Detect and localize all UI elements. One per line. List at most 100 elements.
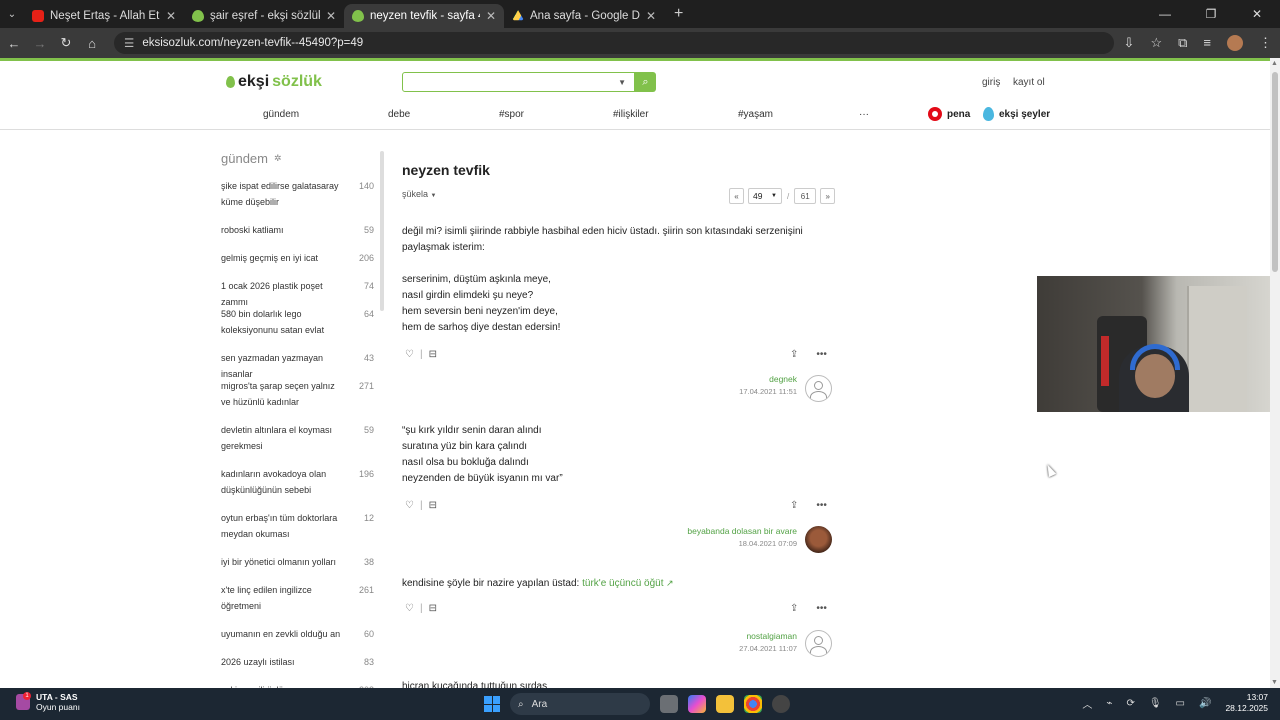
close-tab-icon[interactable]: ✕: [486, 9, 496, 23]
page-select[interactable]: 49 ▼: [748, 188, 782, 204]
search-button[interactable]: ⌕: [635, 72, 656, 92]
sort-dropdown[interactable]: şükela ▼: [402, 189, 436, 199]
nav-more[interactable]: ···: [859, 109, 869, 120]
microphone-icon[interactable]: 🎙: [1149, 698, 1162, 709]
close-tab-icon[interactable]: ✕: [326, 9, 336, 23]
display-icon[interactable]: ▭: [1176, 698, 1185, 709]
entry-link[interactable]: türk'e üçüncü öğüt: [582, 578, 663, 589]
sidebar-topic[interactable]: roboski katliamı 59: [221, 223, 376, 239]
share-icon[interactable]: ⇪: [790, 603, 798, 614]
page-scrollbar[interactable]: ▲ ▼: [1270, 58, 1280, 688]
minimize-icon[interactable]: —: [1142, 0, 1188, 28]
tab-sair-esref[interactable]: şair eşref - ekşi sözlük ✕: [184, 4, 344, 28]
menu-icon[interactable]: ⋮: [1259, 35, 1272, 51]
windows-start-icon[interactable]: [484, 696, 500, 712]
author-link[interactable]: degnek: [739, 374, 797, 384]
nav-debe[interactable]: debe: [388, 109, 410, 120]
heart-icon[interactable]: ♡: [405, 603, 414, 614]
author-link[interactable]: beyabanda dolasan bir avare: [687, 526, 797, 536]
taskbar-search[interactable]: ⌕ Ara: [510, 693, 650, 715]
task-view-icon[interactable]: [660, 695, 678, 713]
more-icon[interactable]: •••: [816, 603, 827, 614]
pena-link[interactable]: pena: [928, 107, 970, 121]
page-title[interactable]: neyzen tevfik: [402, 162, 490, 178]
next-page-button[interactable]: »: [820, 188, 836, 204]
share-icon[interactable]: ⇪: [790, 500, 798, 511]
share-icon[interactable]: ⇪: [790, 349, 798, 360]
more-icon[interactable]: •••: [816, 349, 827, 360]
search-dropdown-icon[interactable]: ▼: [618, 78, 626, 87]
score-widget[interactable]: 1 UTA - SAS Oyun puanı: [16, 692, 80, 712]
install-app-icon[interactable]: ⇩: [1124, 35, 1135, 51]
reload-icon[interactable]: ↻: [54, 35, 78, 51]
heart-icon[interactable]: ♡: [405, 349, 414, 360]
avatar[interactable]: [805, 526, 832, 553]
site-logo[interactable]: ekşi sözlük: [226, 73, 322, 91]
sidebar-topic[interactable]: oytun erbaş'ın tüm doktorlara meydan oku…: [221, 511, 376, 542]
tab-search-icon[interactable]: ⌄: [0, 0, 24, 28]
tab-youtube[interactable]: Neşet Ertaş - Allah Etmesin - Yo ✕: [24, 4, 184, 28]
network-icon[interactable]: ⌁: [1106, 698, 1112, 709]
author-link[interactable]: nostalgiaman: [739, 631, 797, 641]
nav-iliskiler[interactable]: #ilişkiler: [613, 109, 649, 120]
last-page-button[interactable]: 61: [794, 188, 817, 204]
clock[interactable]: 13:07 28.12.2025: [1225, 692, 1268, 714]
site-info-icon[interactable]: ☰: [124, 36, 134, 50]
nav-gundem[interactable]: gündem: [263, 109, 299, 120]
entry-date[interactable]: 18.04.2021 07:09: [687, 539, 797, 548]
sidebar-scrollbar[interactable]: [380, 151, 384, 311]
sidebar-topic[interactable]: 580 bin dolarlık lego koleksiyonunu sata…: [221, 307, 376, 338]
sidebar-topic[interactable]: kadınların avokadoya olan düşkünlüğünün …: [221, 467, 376, 498]
sidebar-topic[interactable]: uyumanın en zevkli olduğu an 60: [221, 627, 376, 643]
extensions-icon[interactable]: ⧉: [1178, 35, 1187, 51]
new-tab-icon[interactable]: +: [674, 5, 683, 23]
address-bar[interactable]: ☰ eksisozluk.com/neyzen-tevfik--45490?p=…: [114, 32, 1114, 54]
scroll-down-icon[interactable]: ▼: [1271, 679, 1278, 686]
more-icon[interactable]: •••: [816, 500, 827, 511]
bookmark-star-icon[interactable]: ☆: [1150, 35, 1162, 51]
close-window-icon[interactable]: ✕: [1234, 0, 1280, 28]
copilot-icon[interactable]: [688, 695, 706, 713]
eksi-seyler-link[interactable]: ekşi şeyler: [983, 107, 1050, 121]
restore-icon[interactable]: ❐: [1188, 0, 1234, 28]
avatar[interactable]: [805, 630, 832, 657]
dislike-icon[interactable]: ⊟: [429, 500, 437, 511]
entry-date[interactable]: 17.04.2021 11:51: [739, 387, 797, 396]
sidebar-topic[interactable]: migros'ta şarap seçen yalnız ve hüzünlü …: [221, 379, 376, 410]
prev-page-button[interactable]: «: [729, 188, 744, 204]
entry-date[interactable]: 27.04.2021 11:07: [739, 644, 797, 653]
profile-avatar[interactable]: [1227, 35, 1243, 51]
sidebar-topic[interactable]: devletin altınlara el koyması gerekmesi 5…: [221, 423, 376, 454]
chrome-icon[interactable]: [744, 695, 762, 713]
close-tab-icon[interactable]: ✕: [646, 9, 656, 23]
forward-icon[interactable]: →: [28, 36, 52, 51]
search-input[interactable]: ▼: [402, 72, 635, 92]
sync-icon[interactable]: ⟳: [1126, 698, 1134, 709]
sidebar-topic[interactable]: x'te linç edilen ingilizce öğretmeni 261: [221, 583, 376, 614]
volume-icon[interactable]: 🔊: [1199, 698, 1211, 709]
dislike-icon[interactable]: ⊟: [429, 349, 437, 360]
back-icon[interactable]: ←: [2, 36, 26, 51]
sidebar-topic[interactable]: şike ispat edilirse galatasaray küme düş…: [221, 179, 376, 210]
avatar[interactable]: [805, 375, 832, 402]
close-tab-icon[interactable]: ✕: [166, 9, 176, 23]
register-link[interactable]: kayıt ol: [1013, 77, 1045, 88]
tab-neyzen-tevfik[interactable]: neyzen tevfik - sayfa 49 - ekşi s ✕: [344, 4, 504, 28]
chevron-up-icon[interactable]: ︿: [1082, 696, 1092, 711]
sidebar-topic[interactable]: iyi bir yönetici olmanın yolları 38: [221, 555, 376, 571]
dislike-icon[interactable]: ⊟: [429, 603, 437, 614]
scrollbar-thumb[interactable]: [1272, 72, 1278, 272]
media-controls-icon[interactable]: ≡: [1203, 35, 1211, 51]
scroll-up-icon[interactable]: ▲: [1271, 60, 1278, 67]
nav-yasam[interactable]: #yaşam: [738, 109, 773, 120]
login-link[interactable]: giriş: [982, 77, 1000, 88]
app-icon[interactable]: [772, 695, 790, 713]
heart-icon[interactable]: ♡: [405, 500, 414, 511]
tab-google-drive[interactable]: Ana sayfa - Google Drive ✕: [504, 4, 664, 28]
gear-icon[interactable]: ✲: [274, 153, 282, 164]
sidebar-topic[interactable]: 2026 uzaylı istilası 83: [221, 655, 376, 671]
sidebar-topic[interactable]: 1 ocak 2026 plastik poşet zammı 74: [221, 279, 376, 310]
sidebar-topic[interactable]: gelmiş geçmiş en iyi icat 206: [221, 251, 376, 267]
file-explorer-icon[interactable]: [716, 695, 734, 713]
nav-spor[interactable]: #spor: [499, 109, 524, 120]
